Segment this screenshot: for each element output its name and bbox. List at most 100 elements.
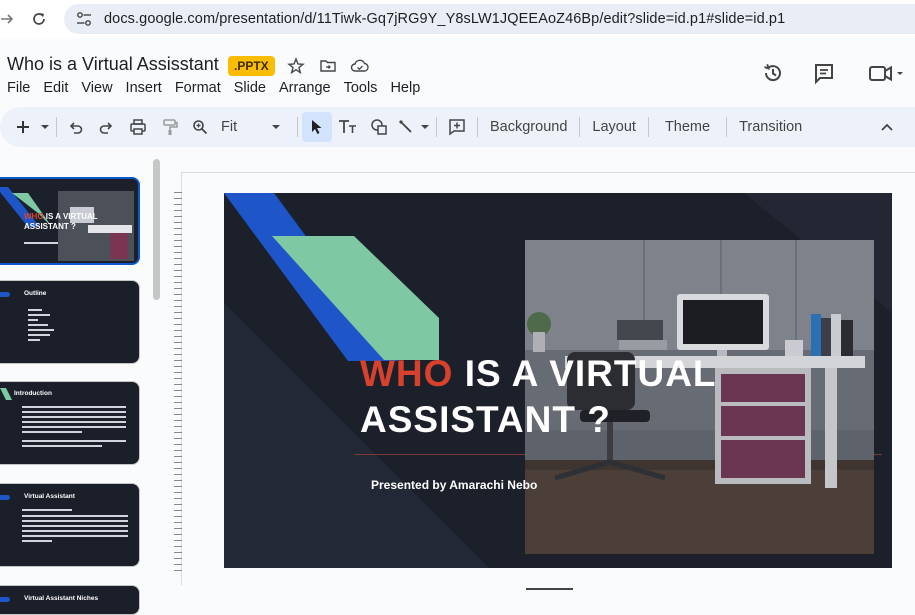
- thumb-3-text-line: [22, 411, 126, 413]
- site-settings-icon[interactable]: [74, 9, 94, 29]
- toolbar-divider: [647, 117, 649, 137]
- line-tool-icon[interactable]: [394, 112, 418, 142]
- thumb-4-text-line: [22, 515, 128, 517]
- title-rest: IS A VIRTUAL: [453, 353, 717, 394]
- thumb-4-text-line: [22, 525, 128, 527]
- thumb-2-bullet: [28, 334, 50, 336]
- reload-icon[interactable]: [26, 6, 52, 32]
- new-slide-layout-dropdown-icon[interactable]: [38, 112, 52, 142]
- forward-arrow-icon[interactable]: [0, 6, 20, 32]
- thumb-5-accent: [0, 597, 10, 602]
- zoom-select[interactable]: Fit: [215, 112, 287, 142]
- horizontal-ruler: [182, 172, 915, 173]
- thumb-3-text-line: [22, 445, 102, 447]
- toolbar-divider: [297, 117, 298, 137]
- insert-comment-icon[interactable]: [441, 112, 473, 142]
- thumb-1-subtitle-line: [24, 242, 58, 244]
- thumb-4-text-line: [22, 509, 72, 511]
- star-icon[interactable]: [286, 56, 306, 76]
- toolbar-divider: [56, 117, 57, 137]
- slide-title-line-1[interactable]: WHO IS A VIRTUAL: [360, 353, 717, 395]
- slide-title-line-2[interactable]: ASSISTANT ?: [360, 399, 611, 441]
- menu-tools[interactable]: Tools: [337, 80, 384, 96]
- thumb-5-title: Virtual Assistant Niches: [24, 595, 99, 602]
- thumb-4-accent: [0, 495, 10, 500]
- thumb-4-text-line: [22, 540, 52, 542]
- thumb-4-text-line: [22, 520, 128, 522]
- vertical-ruler-ticks: [174, 192, 182, 572]
- menu-help[interactable]: Help: [383, 80, 426, 96]
- menu-arrange[interactable]: Arrange: [272, 80, 337, 96]
- thumb-4-title: Virtual Assistant: [24, 493, 75, 500]
- thumb-1-title: WHO IS A VIRTUAL ASSISTANT ?: [24, 212, 98, 231]
- thumb-3-text-line: [22, 421, 126, 423]
- slide-thumbnail-1[interactable]: WHO IS A VIRTUAL ASSISTANT ?: [0, 177, 140, 265]
- toolbar-divider: [579, 117, 581, 137]
- cloud-saved-icon[interactable]: [350, 56, 370, 76]
- toolbar-divider: [477, 117, 478, 137]
- move-folder-icon[interactable]: [318, 56, 338, 76]
- thumb-3-accent: [0, 388, 12, 400]
- slide-thumbnail-4[interactable]: Virtual Assistant: [0, 483, 140, 567]
- filmstrip-scrollbar[interactable]: [153, 159, 160, 300]
- redo-icon[interactable]: [91, 112, 121, 142]
- version-history-icon[interactable]: [759, 60, 787, 86]
- undo-icon[interactable]: [61, 112, 91, 142]
- new-slide-button[interactable]: [8, 112, 38, 142]
- zoom-value: Fit: [221, 119, 238, 135]
- slide-thumbnail-3[interactable]: Introduction: [0, 381, 140, 465]
- thumb-2-bullet: [28, 329, 54, 331]
- collapse-toolbar-icon[interactable]: [874, 112, 900, 142]
- slide-filmstrip: WHO IS A VIRTUAL ASSISTANT ? Outline Intr…: [0, 150, 160, 615]
- thumb-4-text-line: [22, 535, 128, 537]
- menu-slide[interactable]: Slide: [227, 80, 272, 96]
- menu-format[interactable]: Format: [168, 80, 227, 96]
- editing-toolbar: Fit Background Layout Theme Transition: [0, 107, 915, 147]
- toolbar-divider: [726, 117, 728, 137]
- url-text[interactable]: docs.google.com/presentation/d/11Tiwk-Gq…: [104, 11, 785, 27]
- paint-format-icon[interactable]: [155, 112, 185, 142]
- file-type-badge: .PPTX: [228, 56, 275, 76]
- document-title[interactable]: Who is a Virtual Assisstant: [7, 54, 219, 75]
- thumb-2-bullet: [28, 324, 48, 326]
- slide-thumbnail-2[interactable]: Outline: [0, 280, 140, 364]
- layout-button[interactable]: Layout: [584, 119, 644, 135]
- text-box-icon[interactable]: [332, 112, 364, 142]
- docs-header: Who is a Virtual Assisstant .PPTX File E…: [0, 40, 915, 102]
- slide-canvas[interactable]: WHO IS A VIRTUAL ASSISTANT ? Presented b…: [224, 193, 892, 568]
- menu-file[interactable]: File: [0, 80, 36, 96]
- slide-subtitle[interactable]: Presented by Amarachi Nebo: [371, 478, 537, 492]
- thumb-2-bullet: [28, 309, 42, 311]
- thumb-2-bullet: [28, 319, 38, 321]
- title-accent-word: WHO: [360, 353, 454, 394]
- thumb-3-text-line: [22, 426, 126, 428]
- thumb-3-text-line: [22, 431, 82, 433]
- print-icon[interactable]: [121, 112, 155, 142]
- background-button[interactable]: Background: [482, 119, 575, 135]
- shape-icon[interactable]: [364, 112, 394, 142]
- zoom-icon[interactable]: [185, 112, 215, 142]
- address-bar[interactable]: docs.google.com/presentation/d/11Tiwk-Gq…: [64, 4, 915, 34]
- browser-toolbar: docs.google.com/presentation/d/11Tiwk-Gq…: [0, 0, 915, 38]
- menu-edit[interactable]: Edit: [36, 80, 74, 96]
- thumb-2-bullet: [28, 314, 50, 316]
- office-desk-photo: [525, 240, 874, 554]
- speaker-notes-divider[interactable]: [526, 588, 573, 590]
- thumb-2-accent: [0, 292, 10, 297]
- comments-icon[interactable]: [810, 60, 838, 86]
- meet-camera-icon[interactable]: [864, 60, 908, 86]
- thumb-3-text-line: [22, 406, 126, 408]
- select-tool-icon[interactable]: [302, 112, 332, 142]
- thumb-4-text-line: [22, 530, 128, 532]
- toolbar-divider: [436, 117, 437, 137]
- chevron-down-icon: [272, 125, 280, 129]
- thumb-2-title: Outline: [24, 290, 47, 297]
- menu-insert[interactable]: Insert: [119, 80, 168, 96]
- menu-view[interactable]: View: [74, 80, 118, 96]
- theme-button[interactable]: Theme: [653, 119, 722, 135]
- slide-thumbnail-5[interactable]: Virtual Assistant Niches: [0, 585, 140, 615]
- transition-button[interactable]: Transition: [731, 119, 810, 135]
- thumb-2-bullet: [28, 339, 40, 341]
- line-dropdown-icon[interactable]: [418, 112, 432, 142]
- menu-bar: File Edit View Insert Format Slide Arran…: [0, 80, 426, 96]
